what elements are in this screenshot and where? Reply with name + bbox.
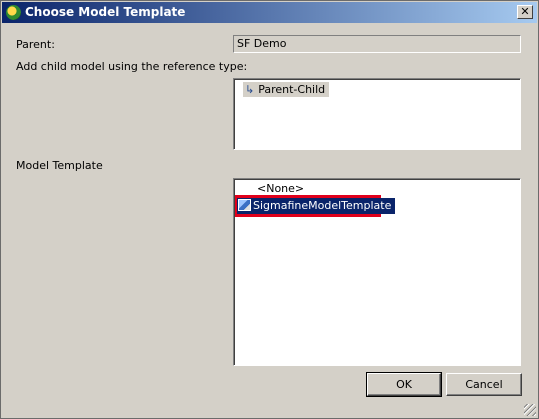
dialog-window: Choose Model Template ✕ Parent: SF Demo … bbox=[0, 0, 539, 419]
reference-type-label-text: Parent-Child bbox=[258, 83, 326, 96]
ok-button[interactable]: OK bbox=[366, 372, 442, 397]
template-item-sigmafine[interactable]: SigmafineModelTemplate bbox=[237, 198, 396, 214]
resize-grip-icon[interactable] bbox=[524, 404, 536, 416]
template-item-none[interactable]: <None> bbox=[257, 182, 304, 195]
app-logo-icon bbox=[6, 5, 21, 20]
model-template-icon bbox=[238, 199, 251, 211]
window-title: Choose Model Template bbox=[25, 5, 186, 19]
arrow-reference-icon: ↳ bbox=[245, 83, 255, 96]
reference-type-list[interactable]: ↳ Parent-Child bbox=[233, 78, 521, 150]
reference-type-label: Add child model using the reference type… bbox=[16, 60, 248, 73]
close-button[interactable]: ✕ bbox=[517, 5, 533, 19]
template-item-label: SigmafineModelTemplate bbox=[253, 199, 392, 212]
reference-type-item[interactable]: ↳ Parent-Child bbox=[243, 82, 330, 97]
model-template-label: Model Template bbox=[16, 159, 103, 172]
parent-label: Parent: bbox=[16, 38, 55, 51]
cancel-button[interactable]: Cancel bbox=[446, 373, 522, 396]
parent-field: SF Demo bbox=[233, 35, 521, 53]
title-bar[interactable]: Choose Model Template ✕ bbox=[2, 2, 537, 23]
model-template-list[interactable]: <None> SigmafineModelTemplate bbox=[233, 178, 521, 366]
